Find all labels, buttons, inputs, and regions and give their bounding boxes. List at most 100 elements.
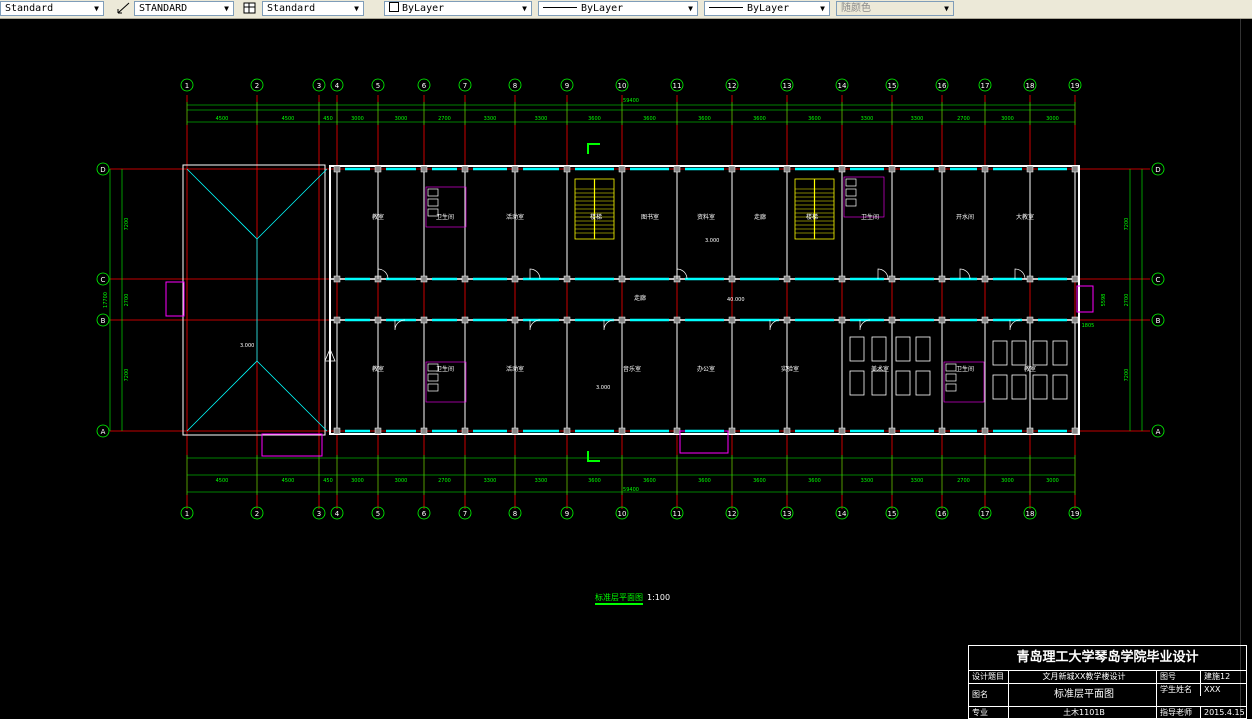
level-mark-corridor: 40.000 <box>727 297 745 303</box>
dim-bottom-bay: 3300 <box>484 478 497 484</box>
dimension-style-icon[interactable] <box>116 1 132 16</box>
door-swing <box>1014 268 1026 280</box>
dim-bottom-bay: 4500 <box>282 478 295 484</box>
dim-right-small: 1805 <box>1082 323 1095 329</box>
dim-bottom-bay: 3600 <box>588 478 601 484</box>
plan-details <box>165 143 1094 462</box>
column <box>888 165 896 173</box>
dim-style-combo[interactable]: STANDARD ▼ <box>134 1 234 16</box>
entrance-canopy <box>261 433 323 457</box>
drawing-canvas[interactable]: 4500450045004500450450300030003000300027… <box>0 19 1240 719</box>
axis-bubble-label: 14 <box>838 82 847 90</box>
dim-top-bay: 450 <box>323 116 333 122</box>
column <box>838 165 846 173</box>
chevron-down-icon[interactable]: ▼ <box>518 2 531 15</box>
dim-bottom-bay: 3300 <box>861 478 874 484</box>
axis-bubble-label: 14 <box>838 510 847 518</box>
column <box>888 316 896 324</box>
dim-bottom-bay: 450 <box>323 478 333 484</box>
column <box>374 427 382 435</box>
text-style-combo[interactable]: Standard ▼ <box>0 1 104 16</box>
chevron-down-icon[interactable]: ▼ <box>90 2 103 15</box>
room-label-bottom: 活动室 <box>506 365 524 373</box>
table-style-combo[interactable]: Standard ▼ <box>262 1 364 16</box>
column <box>563 275 571 283</box>
axis-bubble-label: 1 <box>185 510 189 518</box>
desk <box>915 370 931 396</box>
cell-value: 标准层平面图 <box>1009 684 1157 706</box>
axis-bubble-label: 6 <box>422 510 427 518</box>
dim-top-bay: 4500 <box>282 116 295 122</box>
column <box>374 316 382 324</box>
axis-bubble-label: 4 <box>335 510 340 518</box>
lineweight-combo[interactable]: ByLayer ▼ <box>704 1 830 16</box>
toilet-fixture <box>845 178 857 187</box>
vertical-scrollbar[interactable] <box>1240 19 1252 719</box>
toilet-fixture <box>945 383 957 392</box>
plot-style-value: 随颜色 <box>841 3 871 14</box>
room-label-top: 教室 <box>372 213 384 221</box>
column <box>618 165 626 173</box>
axis-bubble-label: 6 <box>422 82 427 90</box>
plot-style-combo: 随颜色 ▼ <box>836 1 954 16</box>
dim-bottom-bay: 3600 <box>643 478 656 484</box>
door-swing <box>877 268 889 280</box>
axis-bubble-label: 5 <box>376 82 380 90</box>
dim-top-bay: 3600 <box>588 116 601 122</box>
column <box>1071 427 1079 435</box>
column <box>461 165 469 173</box>
room-label-top: 活动室 <box>506 213 524 221</box>
roof-ridge-line <box>186 168 258 240</box>
axis-bubble-label: 2 <box>255 510 259 518</box>
cell-label: 图名 <box>969 684 1009 706</box>
column <box>1026 165 1034 173</box>
column <box>420 316 428 324</box>
column <box>728 316 736 324</box>
section-mark <box>587 451 600 462</box>
table-style-icon[interactable] <box>242 1 258 16</box>
level-mark: 3.000 <box>596 385 610 391</box>
desk <box>849 336 865 362</box>
desk <box>895 370 911 396</box>
desk <box>1052 374 1068 400</box>
column <box>728 275 736 283</box>
desk <box>992 340 1008 366</box>
column <box>673 165 681 173</box>
room-label-bottom: 卫生间 <box>436 365 454 373</box>
chevron-down-icon[interactable]: ▼ <box>350 2 363 15</box>
chevron-down-icon[interactable]: ▼ <box>220 2 233 15</box>
column <box>563 165 571 173</box>
room-label-top: 楼梯 <box>590 213 602 221</box>
dim-bottom-bay: 3600 <box>753 478 766 484</box>
level-mark: 3.000 <box>240 343 254 349</box>
linetype-combo[interactable]: ByLayer ▼ <box>538 1 698 16</box>
cell-value: 土木1101B <box>1009 707 1157 719</box>
dim-top-bay: 3300 <box>484 116 497 122</box>
chevron-down-icon[interactable]: ▼ <box>816 2 829 15</box>
axis-bubble-label: 16 <box>938 510 947 518</box>
toilet-fixture <box>427 188 439 197</box>
level-mark: 3.000 <box>705 238 719 244</box>
column <box>938 316 946 324</box>
axis-bubble-label: 18 <box>1026 510 1035 518</box>
axis-bubble-label: C <box>101 276 106 284</box>
room-label-top: 楼梯 <box>806 213 818 221</box>
desk <box>1011 374 1027 400</box>
color-combo[interactable]: ByLayer ▼ <box>384 1 532 16</box>
toilet-fixture <box>845 188 857 197</box>
axis-bubble-label: 2 <box>255 82 259 90</box>
column <box>1026 275 1034 283</box>
table-style-value: Standard <box>267 3 316 14</box>
axis-bubble-label: 17 <box>981 82 990 90</box>
dim-right-outer: 5598 <box>1101 294 1107 307</box>
column <box>981 316 989 324</box>
axis-bubble-label: 10 <box>618 510 627 518</box>
main-wall-outline <box>329 165 1080 435</box>
chevron-down-icon[interactable]: ▼ <box>684 2 697 15</box>
axis-bubble-label: D <box>1155 166 1160 174</box>
desk <box>1052 340 1068 366</box>
desk <box>871 370 887 396</box>
axis-bubble-label: C <box>1156 276 1161 284</box>
column <box>783 316 791 324</box>
room-label-top: 卫生间 <box>861 213 879 221</box>
